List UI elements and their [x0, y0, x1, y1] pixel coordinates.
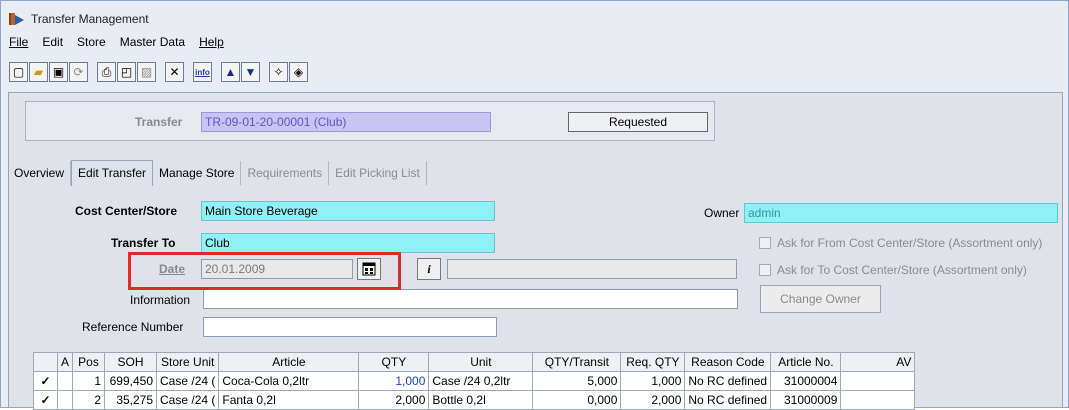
owner-label: Owner	[704, 206, 740, 220]
info-icon[interactable]: info	[193, 62, 212, 82]
cell-store-unit: Case /24 (	[156, 371, 220, 391]
new-icon[interactable]: ▢	[9, 62, 28, 82]
col-a[interactable]: A	[56, 352, 74, 372]
toolbar: ▢ ▰ ▣ ⟳ ⎙ ◰ ▨ ✕ info ▲ ▼ ✧ ◈	[9, 59, 309, 85]
col-unit[interactable]: Unit	[428, 352, 534, 372]
tab-requirements[interactable]: Requirements	[241, 161, 330, 185]
clear-icon[interactable]: ◈	[289, 62, 308, 82]
cell-soh: 699,450	[104, 371, 158, 391]
app-icon	[9, 12, 25, 26]
cell-reason-code[interactable]: No RC defined	[684, 390, 772, 410]
row-check-icon[interactable]: ✓	[33, 390, 58, 410]
cell-qty[interactable]: 2,000	[358, 390, 430, 410]
row-check-icon[interactable]: ✓	[33, 371, 58, 391]
cell-req-qty: 2,000	[620, 390, 686, 410]
table-row[interactable]: ✓ 1 699,450 Case /24 ( Coca-Cola 0,2ltr …	[33, 371, 916, 391]
col-req-qty[interactable]: Req. QTY	[620, 352, 686, 372]
tab-manage-store[interactable]: Manage Store	[153, 161, 242, 185]
tab-edit-picking-list[interactable]: Edit Picking List	[329, 161, 427, 185]
menu-help[interactable]: Help	[199, 35, 224, 53]
cell-article[interactable]: Fanta 0,2l	[218, 390, 360, 410]
date-info-field	[447, 259, 737, 279]
col-article-no[interactable]: Article No.	[770, 352, 842, 372]
tab-edit-transfer[interactable]: Edit Transfer	[71, 160, 154, 186]
cell-store-unit: Case /24 (	[156, 390, 220, 410]
export-icon[interactable]: ▨	[137, 62, 156, 82]
cost-center-field[interactable]: Main Store Beverage	[201, 201, 495, 221]
print-icon[interactable]: ⎙	[97, 62, 116, 82]
col-soh[interactable]: SOH	[104, 352, 158, 372]
reference-label: Reference Number	[82, 320, 184, 334]
menu-file[interactable]: File	[9, 35, 28, 53]
cell-a	[56, 390, 74, 410]
transfer-to-field[interactable]: Club	[201, 233, 495, 253]
menu-bar: File Edit Store Master Data Help	[9, 35, 224, 53]
refresh-icon[interactable]: ⟳	[69, 62, 88, 82]
table-header-row: A Pos SOH Store Unit Article QTY Unit QT…	[33, 352, 916, 372]
title-bar: Transfer Management	[9, 9, 149, 29]
col-reason-code[interactable]: Reason Code	[684, 352, 772, 372]
ask-to-checkbox[interactable]: Ask for To Cost Center/Store (Assortment…	[759, 263, 1027, 277]
window-title: Transfer Management	[31, 12, 149, 26]
col-article[interactable]: Article	[218, 352, 360, 372]
date-label: Date	[159, 262, 186, 276]
cell-soh: 35,275	[104, 390, 158, 410]
col-pos[interactable]: Pos	[72, 352, 106, 372]
cell-req-qty: 1,000	[620, 371, 686, 391]
calendar-icon[interactable]	[357, 258, 381, 280]
menu-store[interactable]: Store	[77, 35, 106, 53]
cell-article-no: 31000009	[770, 390, 842, 410]
cell-reason-code[interactable]: No RC defined	[684, 371, 772, 391]
articles-table: A Pos SOH Store Unit Article QTY Unit QT…	[33, 352, 916, 410]
cell-qty-transit: 5,000	[532, 371, 622, 391]
cell-pos: 2	[72, 390, 106, 410]
col-select[interactable]	[33, 352, 58, 372]
transfer-label: Transfer	[135, 115, 183, 129]
table-row[interactable]: ✓ 2 35,275 Case /24 ( Fanta 0,2l 2,000 B…	[33, 390, 916, 410]
information-field[interactable]	[203, 289, 738, 309]
delete-icon[interactable]: ✕	[165, 62, 184, 82]
transfer-id-field: TR-09-01-20-00001 (Club)	[201, 112, 491, 132]
col-qty-transit[interactable]: QTY/Transit	[532, 352, 622, 372]
print-preview-icon[interactable]: ◰	[117, 62, 136, 82]
ask-from-checkbox[interactable]: Ask for From Cost Center/Store (Assortme…	[759, 236, 1042, 250]
cost-center-label: Cost Center/Store	[75, 204, 178, 218]
cell-a	[56, 371, 74, 391]
cell-av	[840, 371, 916, 391]
date-field[interactable]: 20.01.2009	[201, 259, 353, 279]
cell-qty-transit: 0,000	[532, 390, 622, 410]
owner-field: admin	[744, 203, 1058, 223]
save-icon[interactable]: ▣	[49, 62, 68, 82]
cell-av	[840, 390, 916, 410]
cell-unit[interactable]: Bottle 0,2l	[428, 390, 534, 410]
tab-bar: Overview Edit Transfer Manage Store Requ…	[8, 160, 427, 187]
cell-article-no: 31000004	[770, 371, 842, 391]
open-icon[interactable]: ▰	[29, 62, 48, 82]
info-button[interactable]: i	[417, 258, 441, 280]
cell-article[interactable]: Coca-Cola 0,2ltr	[218, 371, 360, 391]
calendar-glyph	[362, 262, 376, 276]
cell-qty[interactable]: 1,000	[358, 371, 430, 391]
arrow-down-icon[interactable]: ▼	[241, 62, 260, 82]
transfer-to-label: Transfer To	[111, 236, 176, 250]
menu-edit[interactable]: Edit	[42, 35, 63, 53]
reference-field[interactable]	[203, 317, 497, 337]
menu-master-data[interactable]: Master Data	[120, 35, 185, 53]
col-av[interactable]: AV	[840, 352, 916, 372]
wand-icon[interactable]: ✧	[269, 62, 288, 82]
cell-pos: 1	[72, 371, 106, 391]
col-store-unit[interactable]: Store Unit	[156, 352, 220, 372]
status-badge: Requested	[568, 112, 708, 132]
cell-unit[interactable]: Case /24 0,2ltr	[428, 371, 534, 391]
change-owner-button[interactable]: Change Owner	[760, 285, 881, 313]
col-qty[interactable]: QTY	[358, 352, 430, 372]
arrow-up-icon[interactable]: ▲	[221, 62, 240, 82]
main-content: Transfer TR-09-01-20-00001 (Club) Reques…	[8, 92, 1063, 410]
information-label: Information	[130, 293, 191, 307]
tab-overview[interactable]: Overview	[8, 161, 72, 185]
